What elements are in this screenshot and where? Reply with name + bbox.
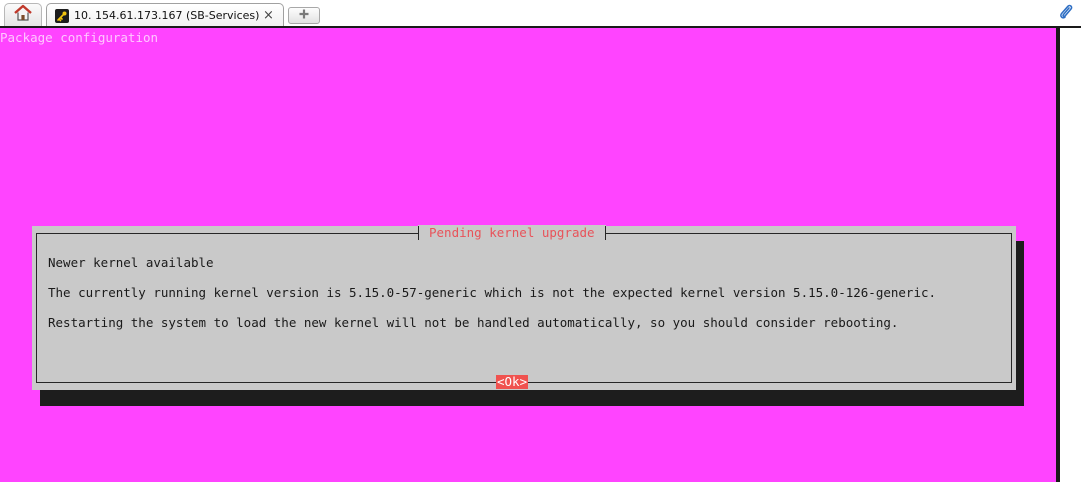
dialog-heading: Newer kernel available: [48, 255, 214, 270]
title-right-tick: [604, 226, 606, 240]
new-tab-plus-icon: [297, 7, 311, 25]
dialog-message-line: Restarting the system to load the new ke…: [48, 315, 899, 330]
dialog-title-bar: Pending kernel upgrade: [418, 225, 606, 241]
backtitle: Package configuration: [0, 30, 159, 45]
paperclip-icon: [1058, 3, 1074, 26]
dialog-message-line: The currently running kernel version is …: [48, 285, 937, 300]
ok-button[interactable]: <Ok>: [496, 375, 529, 389]
tab-title: 10. 154.61.173.167 (SB-Services): [74, 9, 260, 22]
home-tab[interactable]: [4, 3, 42, 27]
browser-tab-bar: 10. 154.61.173.167 (SB-Services) ×: [0, 0, 1081, 28]
kernel-upgrade-dialog: Pending kernel upgrade Newer kernel avai…: [32, 225, 1016, 390]
home-icon: [13, 4, 33, 27]
dialog-title: Pending kernel upgrade: [429, 225, 595, 240]
session-tab[interactable]: 10. 154.61.173.167 (SB-Services) ×: [46, 3, 284, 27]
terminal-scrollbar[interactable]: [1060, 28, 1081, 482]
attach-button[interactable]: [1056, 4, 1076, 24]
tab-close-button[interactable]: ×: [259, 8, 277, 23]
new-tab-button[interactable]: [288, 7, 320, 24]
terminal-screen[interactable]: Package configuration Pending kernel upg…: [0, 28, 1060, 482]
key-icon: [55, 8, 69, 23]
